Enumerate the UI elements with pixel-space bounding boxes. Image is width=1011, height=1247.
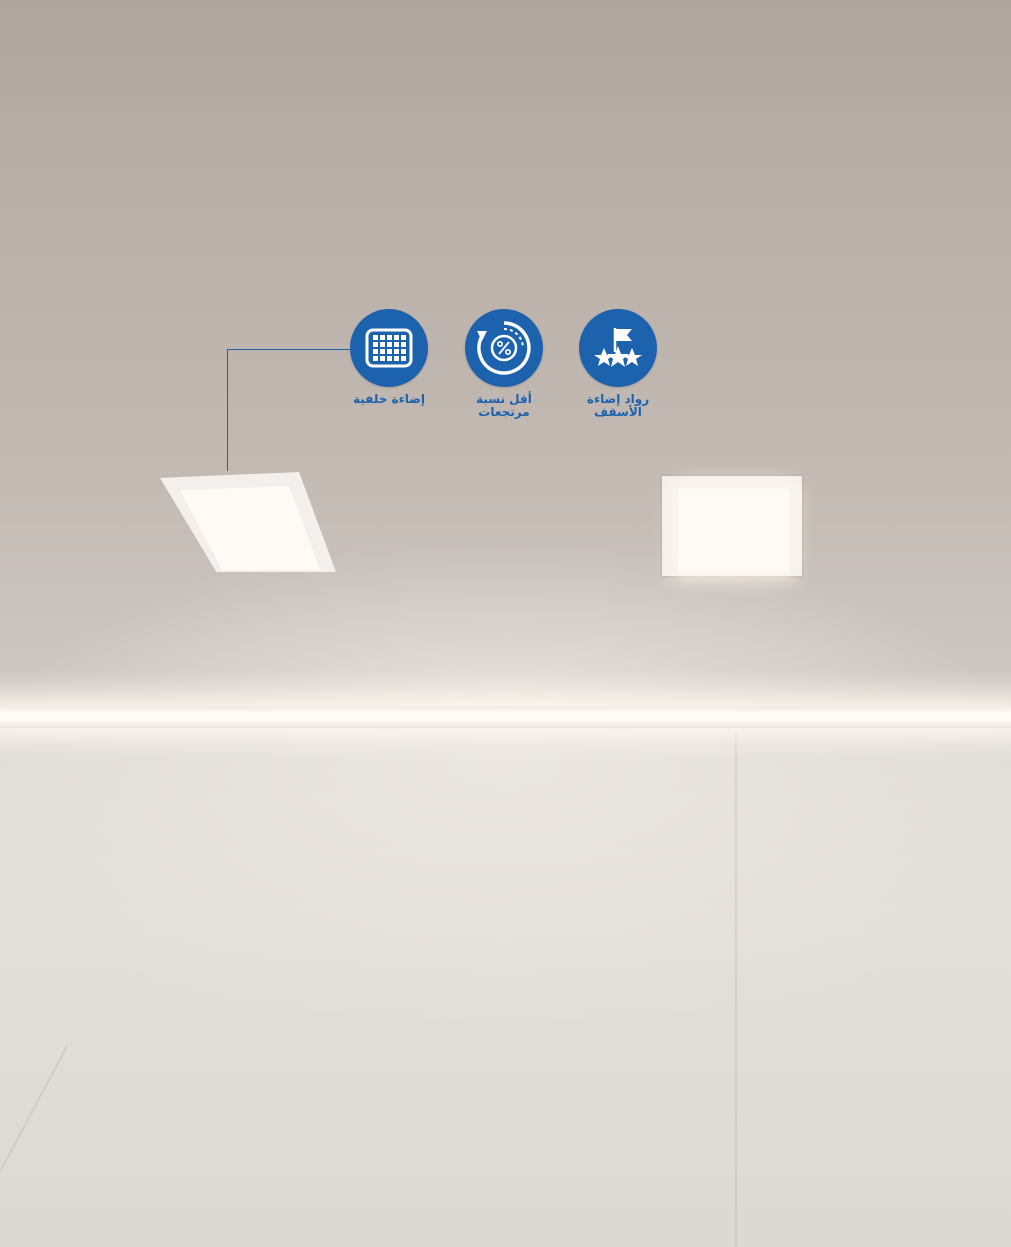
feature-backlight: إضاءة خلفية (334, 309, 444, 406)
feature-lowest-returns: أقل نسبة مرتجعات (449, 309, 559, 419)
callout-connector-line (227, 349, 351, 471)
ceiling-panel-right-light (679, 489, 789, 573)
wall (0, 725, 1011, 1247)
feature-label: رواد إضاءة الأسقف (586, 392, 650, 419)
ceiling-photo: إضاءة خلفية أقل نسبة مرتجعات رواد إضاءة … (0, 0, 1011, 1247)
feature-ceiling-pioneers: رواد إضاءة الأسقف (563, 309, 673, 419)
flag-stars-icon (579, 309, 657, 387)
percent-cycle-icon (465, 309, 543, 387)
feature-label: أقل نسبة مرتجعات (476, 392, 532, 419)
grid-panel-icon (350, 309, 428, 387)
wall-seam (735, 730, 737, 1247)
feature-label: إضاءة خلفية (353, 392, 425, 406)
cove-light-strip (0, 706, 1011, 728)
